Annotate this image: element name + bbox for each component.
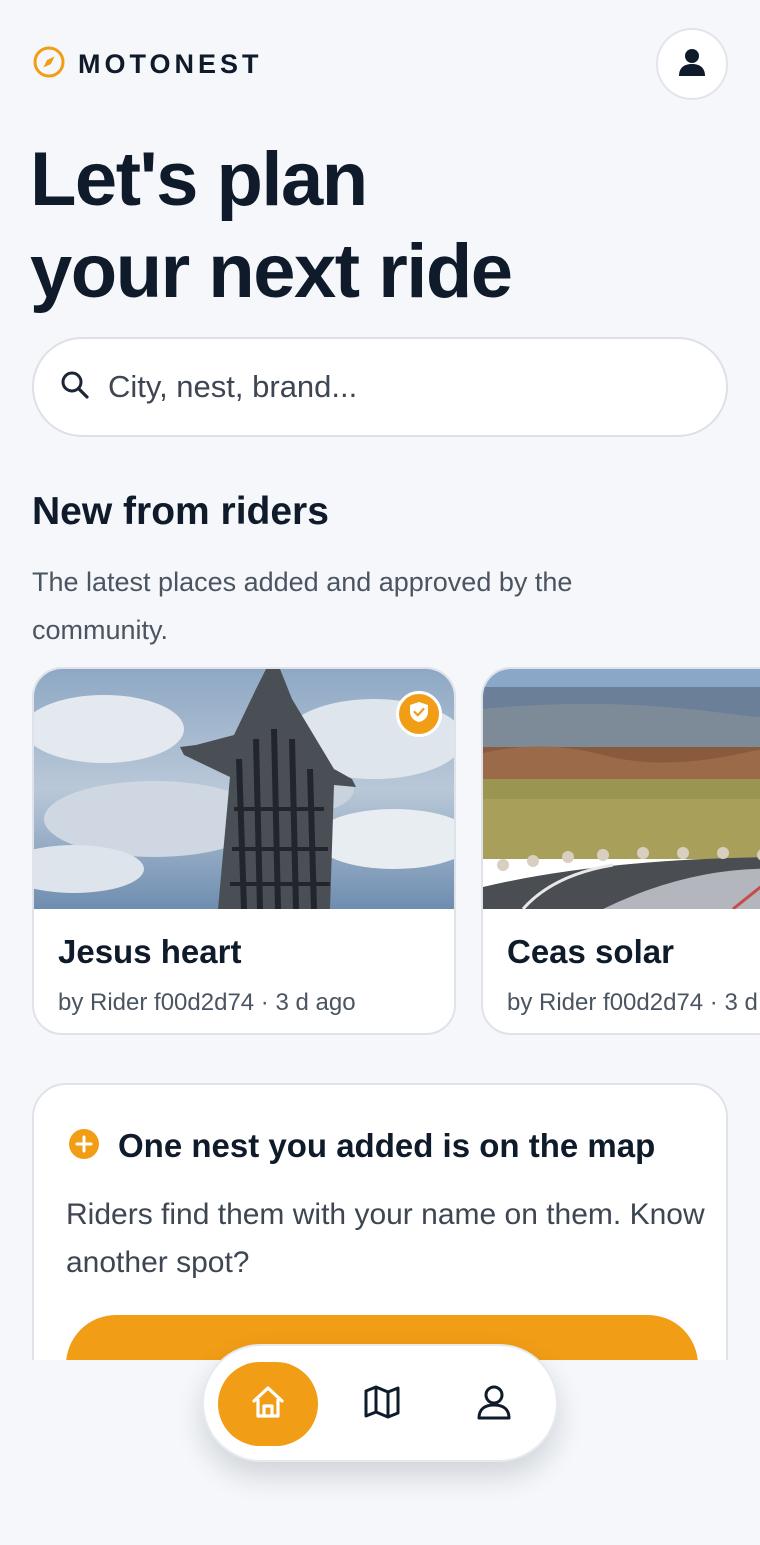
bottom-nav <box>202 1344 558 1462</box>
brand-logo[interactable]: MOTONEST <box>32 45 263 84</box>
page-title-line-1: Let's plan <box>30 137 368 222</box>
home-icon <box>248 1382 288 1427</box>
shield-check-icon <box>408 701 430 728</box>
user-icon <box>474 1382 514 1427</box>
nest-photo <box>483 669 760 909</box>
nav-map-button[interactable] <box>332 1362 432 1446</box>
nest-meta: by Rider f00d2d74 · 3 d ago <box>58 989 356 1016</box>
account-button[interactable] <box>656 28 728 100</box>
plus-circle-icon <box>68 1128 100 1165</box>
contribution-title: One nest you added is on the map <box>118 1127 656 1164</box>
nest-meta: by Rider f00d2d74 · 3 d ago <box>507 989 760 1016</box>
brand-name: MOTONEST <box>78 48 263 79</box>
nav-home-button[interactable] <box>218 1362 318 1446</box>
nest-card[interactable]: Jesus heart by Rider f00d2d74 · 3 d ago <box>32 667 456 1035</box>
nest-photo <box>34 669 454 909</box>
search-icon <box>60 370 90 405</box>
nest-card[interactable]: Ceas solar by Rider f00d2d74 · 3 d ago <box>481 667 760 1035</box>
contribution-text: Riders find them with your name on them.… <box>66 1198 705 1279</box>
map-icon <box>362 1382 402 1427</box>
verified-badge <box>396 691 442 737</box>
user-icon <box>676 46 708 83</box>
nest-title: Jesus heart <box>58 933 242 970</box>
nest-title: Ceas solar <box>507 933 674 970</box>
page-title-line-2: your next ride <box>30 229 513 314</box>
app-header: MOTONEST <box>32 28 728 100</box>
page-title: Let's plan your next ride <box>30 134 730 318</box>
nav-profile-button[interactable] <box>444 1362 544 1446</box>
nest-carousel[interactable]: Jesus heart by Rider f00d2d74 · 3 d ago <box>32 667 760 1037</box>
section-subtitle: The latest places added and approved by … <box>32 567 573 645</box>
compass-icon <box>32 45 66 84</box>
section-title: New from riders <box>32 490 329 533</box>
search-input[interactable] <box>108 369 668 405</box>
search-bar[interactable] <box>32 337 728 437</box>
